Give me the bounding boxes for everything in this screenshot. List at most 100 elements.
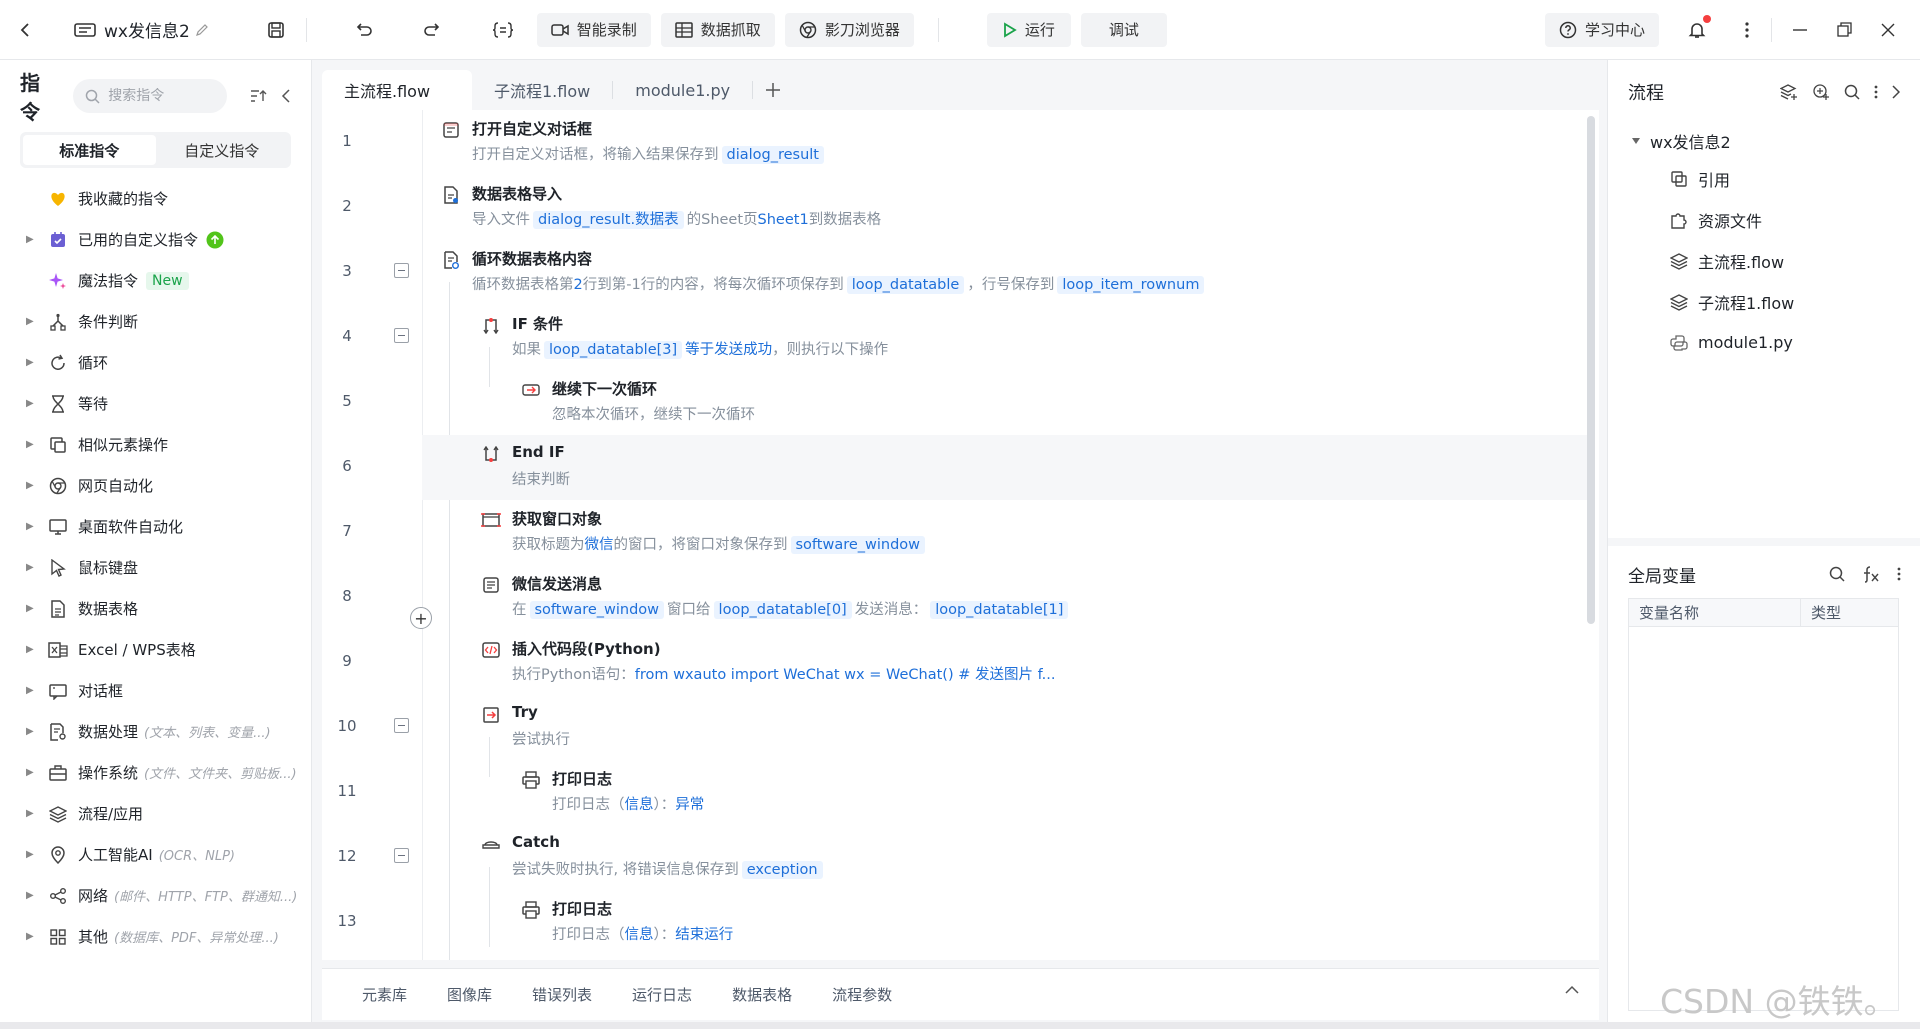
function-icon[interactable] (1861, 565, 1881, 583)
add-tab-icon[interactable] (753, 70, 793, 110)
command-search-box[interactable] (73, 79, 227, 113)
variable-chip[interactable]: software_window (790, 536, 926, 554)
variable-chip[interactable]: loop_datatable[0] (713, 601, 852, 619)
tab-error-list[interactable]: 错误列表 (532, 984, 592, 1005)
step-row-11[interactable]: 11 打印日志 打印日志（信息）：异常 (322, 760, 1587, 825)
learning-center-button[interactable]: 学习中心 (1544, 12, 1659, 47)
category-condition[interactable]: ▶ 条件判断 (0, 301, 311, 342)
undo-icon[interactable] (345, 13, 381, 47)
category-similar-elements[interactable]: ▶ 相似元素操作 (0, 424, 311, 465)
variables-icon[interactable] (485, 13, 521, 47)
category-label: 网页自动化 (78, 477, 154, 495)
tab-image-library[interactable]: 图像库 (447, 984, 492, 1005)
tab-standard-commands[interactable]: 标准指令 (23, 135, 156, 165)
category-network[interactable]: ▶ 网络 (邮件、HTTP、FTP、群通知...) (0, 875, 311, 916)
chevron-up-icon[interactable] (1565, 985, 1579, 995)
run-button[interactable]: 运行 (986, 12, 1071, 47)
category-web-automation[interactable]: ▶ 网页自动化 (0, 465, 311, 506)
search-icon[interactable] (1829, 566, 1845, 582)
search-icon[interactable] (1844, 84, 1860, 100)
collapse-panel-icon[interactable] (281, 89, 291, 103)
tab-flow-params[interactable]: 流程参数 (832, 984, 892, 1005)
step-row-5[interactable]: 5 继续下一次循环 忽略本次循环，继续下一次循环 (322, 370, 1587, 435)
tab-main-flow[interactable]: 主流程.flow (322, 70, 472, 110)
sheet-icon (44, 599, 72, 618)
category-loop[interactable]: ▶ 循环 (0, 342, 311, 383)
step-row-13[interactable]: 13 打印日志 打印日志（信息）：结束运行 (322, 890, 1587, 955)
step-row-4[interactable]: 4 IF 条件 如果 loop_datatable[3] 等于发送成功，则执行以下操… (322, 305, 1587, 370)
variable-chip[interactable]: loop_datatable[3] (544, 341, 683, 359)
tree-item-module1[interactable]: module1.py (1608, 322, 1920, 363)
tab-module1[interactable]: module1.py (613, 70, 752, 110)
step-row-3[interactable]: 3 循环数据表格内容 循环数据表格第2行到第-1行的内容，将每次循环项保存到 lo… (322, 240, 1587, 305)
variable-chip[interactable]: loop_item_rownum (1057, 276, 1205, 294)
fold-toggle[interactable] (394, 718, 409, 733)
tree-item-reference[interactable]: 引用 (1608, 158, 1920, 199)
back-icon[interactable] (8, 13, 44, 47)
step-row-12[interactable]: 12 Catch 尝试失败时执行, 将错误信息保存到 exception (322, 825, 1587, 890)
category-data-processing[interactable]: ▶ 数据处理 (文本、列表、变量...) (0, 711, 311, 752)
step-row-6[interactable]: 6 End IF 结束判断 (342, 435, 1587, 500)
category-used-custom[interactable]: ▶ 已用的自定义指令 (0, 219, 311, 260)
more-vertical-icon[interactable] (1897, 567, 1901, 581)
step-row-2[interactable]: 2 数据表格导入 导入文件 dialog_result.数据表 的Sheet页She… (322, 175, 1587, 240)
tree-item-main-flow[interactable]: 主流程.flow (1608, 240, 1920, 281)
step-description: 如果 loop_datatable[3] 等于发送成功，则执行以下操作 (512, 338, 888, 359)
category-os[interactable]: ▶ 操作系统 (文件、文件夹、剪贴板...) (0, 752, 311, 793)
variable-chip[interactable]: loop_datatable[1] (930, 601, 1069, 619)
chevron-right-icon[interactable] (1892, 85, 1900, 99)
tab-run-log[interactable]: 运行日志 (632, 984, 692, 1005)
category-desktop-automation[interactable]: ▶ 桌面软件自动化 (0, 506, 311, 547)
redo-icon[interactable] (415, 13, 451, 47)
close-window-icon[interactable] (1866, 13, 1910, 47)
param-value: 等于 (685, 342, 715, 358)
more-vertical-icon[interactable] (1874, 85, 1878, 99)
edit-title-icon[interactable] (190, 13, 214, 47)
fold-toggle[interactable] (394, 263, 409, 278)
fold-toggle[interactable] (394, 848, 409, 863)
tab-subflow1[interactable]: 子流程1.flow (472, 70, 612, 110)
tab-data-table[interactable]: 数据表格 (732, 984, 792, 1005)
category-favorites[interactable]: 我收藏的指令 (0, 178, 311, 219)
fold-toggle[interactable] (394, 328, 409, 343)
category-flow-app[interactable]: ▶ 流程/应用 (0, 793, 311, 834)
restore-icon[interactable] (1822, 13, 1866, 47)
minimize-icon[interactable] (1778, 13, 1822, 47)
step-row-7[interactable]: 7 获取窗口对象 获取标题为微信的窗口，将窗口对象保存到 software_win… (322, 500, 1587, 565)
step-row-8[interactable]: 8 微信发送消息 在 software_window 窗口给 loop_datatab… (322, 565, 1587, 630)
add-module-icon[interactable] (1812, 83, 1830, 101)
variable-chip[interactable]: exception (741, 861, 823, 879)
category-wait[interactable]: ▶ 等待 (0, 383, 311, 424)
tab-custom-commands[interactable]: 自定义指令 (156, 135, 289, 165)
category-mouse-keyboard[interactable]: ▶ 鼠标键盘 (0, 547, 311, 588)
variable-chip[interactable]: dialog_result.数据表 (533, 211, 684, 229)
category-ai[interactable]: ▶ 人工智能AI (OCR、NLP) (0, 834, 311, 875)
category-excel-wps[interactable]: ▶ Excel / WPS表格 (0, 629, 311, 670)
sort-icon[interactable] (249, 88, 267, 104)
tree-root-project[interactable]: wx发信息2 (1608, 124, 1920, 158)
vertical-scrollbar[interactable] (1587, 116, 1595, 624)
variable-chip[interactable]: dialog_result (721, 146, 824, 164)
debug-button[interactable]: 调试 (1080, 12, 1167, 47)
tree-item-resources[interactable]: 资源文件 (1608, 199, 1920, 240)
category-magic[interactable]: 魔法指令 New (0, 260, 311, 301)
step-row-9[interactable]: 9 插入代码段(Python) 执行Python语句：from wxauto i… (322, 630, 1587, 695)
category-other[interactable]: ▶ 其他 (数据库、PDF、异常处理...) (0, 916, 311, 957)
variable-chip[interactable]: software_window (529, 601, 665, 619)
category-dialog[interactable]: ▶ 对话框 (0, 670, 311, 711)
smart-record-button[interactable]: 智能录制 (536, 12, 651, 47)
step-row-1[interactable]: 1 打开自定义对话框 打开自定义对话框，将输入结果保存到 dialog_resul… (322, 110, 1587, 175)
more-vertical-icon[interactable] (1729, 13, 1765, 47)
variable-chip[interactable]: loop_datatable (846, 276, 965, 294)
add-subflow-icon[interactable] (1780, 83, 1798, 101)
tree-item-subflow1[interactable]: 子流程1.flow (1608, 281, 1920, 322)
category-data-table[interactable]: ▶ 数据表格 (0, 588, 311, 629)
browser-button[interactable]: 影刀浏览器 (784, 12, 914, 47)
tree-item-label: 资源文件 (1698, 211, 1763, 231)
data-capture-button[interactable]: 数据抓取 (660, 12, 775, 47)
command-search-input[interactable] (108, 88, 209, 104)
step-row-10[interactable]: 10 Try 尝试执行 (322, 695, 1587, 760)
notification-bell-icon[interactable] (1679, 13, 1715, 47)
tab-element-library[interactable]: 元素库 (362, 984, 407, 1005)
save-icon[interactable] (258, 13, 294, 47)
